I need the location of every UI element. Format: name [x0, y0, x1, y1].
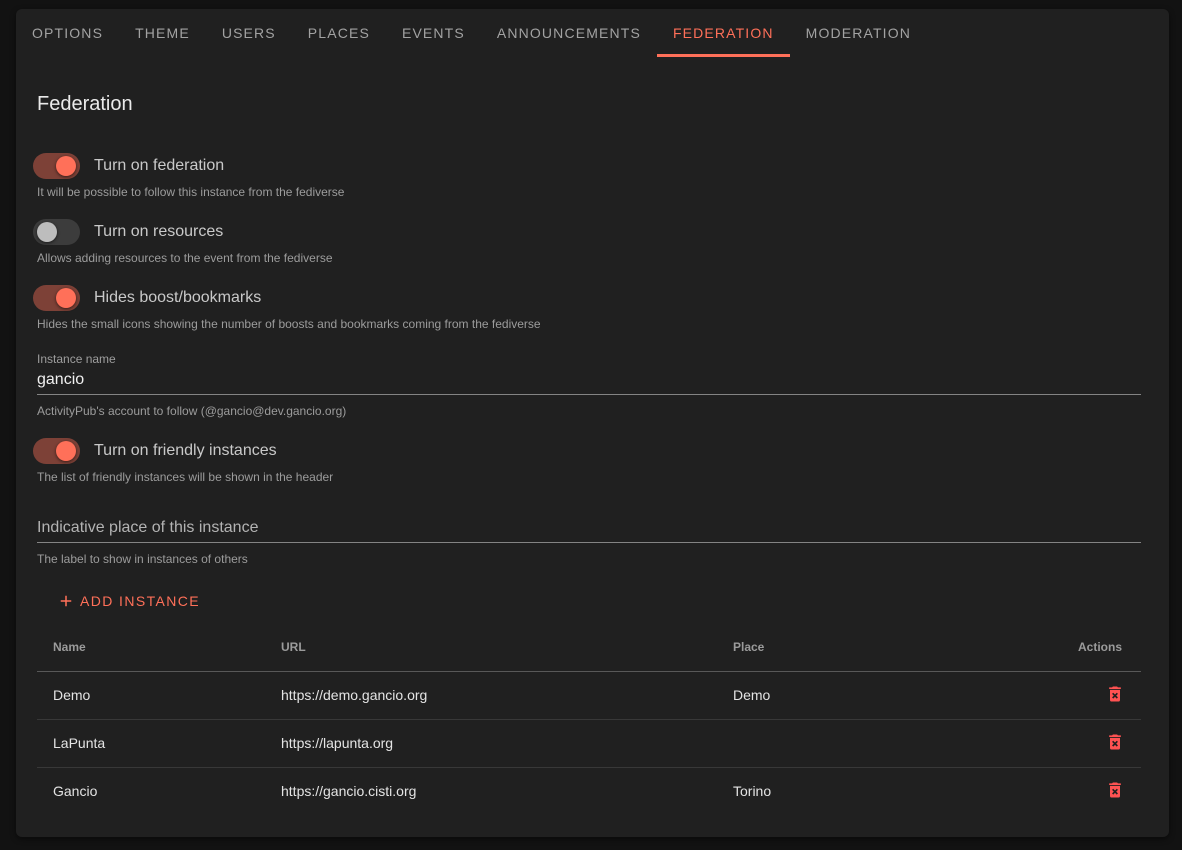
federation-toggle-hint: It will be possible to follow this insta…: [37, 186, 1141, 198]
column-header-url: URL: [265, 623, 717, 671]
cell-name: Demo: [37, 671, 265, 719]
federation-settings: Federation Turn on federation It will be…: [16, 92, 1169, 815]
column-header-name: Name: [37, 623, 265, 671]
instances-table: Name URL Place Actions Demo https://demo…: [37, 623, 1141, 815]
trash-icon: [1105, 788, 1125, 803]
table-header-row: Name URL Place Actions: [37, 623, 1141, 671]
federation-toggle[interactable]: [33, 153, 80, 179]
add-instance-button-label: ADD INSTANCE: [80, 593, 200, 609]
column-header-place: Place: [717, 623, 1062, 671]
cell-url: https://demo.gancio.org: [265, 671, 717, 719]
instance-place-hint: The label to show in instances of others: [37, 553, 1141, 565]
tab-federation[interactable]: FEDERATION: [657, 9, 790, 57]
friendly-instances-toggle-label: Turn on friendly instances: [94, 442, 277, 460]
cell-url: https://gancio.cisti.org: [265, 767, 717, 815]
cell-place: Torino: [717, 767, 1062, 815]
cell-place: Demo: [717, 671, 1062, 719]
cell-place: [717, 719, 1062, 767]
hide-boost-toggle-label: Hides boost/bookmarks: [94, 289, 261, 307]
resources-toggle[interactable]: [33, 219, 80, 245]
plus-icon: [57, 592, 75, 610]
instance-name-input[interactable]: [37, 371, 1141, 395]
resources-toggle-hint: Allows adding resources to the event fro…: [37, 252, 1141, 264]
resources-toggle-label: Turn on resources: [94, 223, 223, 241]
table-row: LaPunta https://lapunta.org: [37, 719, 1141, 767]
cell-name: LaPunta: [37, 719, 265, 767]
tab-announcements[interactable]: ANNOUNCEMENTS: [481, 9, 657, 57]
trash-icon: [1105, 692, 1125, 707]
column-header-actions: Actions: [1062, 623, 1141, 671]
admin-tab-bar: OPTIONS THEME USERS PLACES EVENTS ANNOUN…: [16, 9, 1169, 57]
table-row: Demo https://demo.gancio.org Demo: [37, 671, 1141, 719]
toggle-knob: [37, 222, 57, 242]
tab-users[interactable]: USERS: [206, 9, 292, 57]
tab-options[interactable]: OPTIONS: [16, 9, 119, 57]
cell-url: https://lapunta.org: [265, 719, 717, 767]
admin-panel-card: OPTIONS THEME USERS PLACES EVENTS ANNOUN…: [16, 9, 1169, 837]
toggle-knob: [56, 441, 76, 461]
toggle-knob: [56, 288, 76, 308]
trash-icon: [1105, 740, 1125, 755]
hide-boost-toggle[interactable]: [33, 285, 80, 311]
cell-name: Gancio: [37, 767, 265, 815]
tab-theme[interactable]: THEME: [119, 9, 206, 57]
instance-name-label: Instance name: [37, 353, 1141, 366]
delete-instance-button[interactable]: [1105, 684, 1125, 704]
add-instance-button[interactable]: ADD INSTANCE: [57, 592, 200, 610]
page-title: Federation: [37, 92, 1141, 116]
table-row: Gancio https://gancio.cisti.org Torino: [37, 767, 1141, 815]
hide-boost-toggle-hint: Hides the small icons showing the number…: [37, 318, 1141, 330]
instance-place-input[interactable]: [37, 519, 1141, 543]
friendly-instances-toggle[interactable]: [33, 438, 80, 464]
instance-name-hint: ActivityPub's account to follow (@gancio…: [37, 405, 1141, 417]
toggle-knob: [56, 156, 76, 176]
delete-instance-button[interactable]: [1105, 780, 1125, 800]
tab-moderation[interactable]: MODERATION: [790, 9, 927, 57]
tab-places[interactable]: PLACES: [292, 9, 386, 57]
federation-toggle-label: Turn on federation: [94, 157, 224, 175]
friendly-instances-toggle-hint: The list of friendly instances will be s…: [37, 471, 1141, 483]
delete-instance-button[interactable]: [1105, 732, 1125, 752]
tab-events[interactable]: EVENTS: [386, 9, 481, 57]
